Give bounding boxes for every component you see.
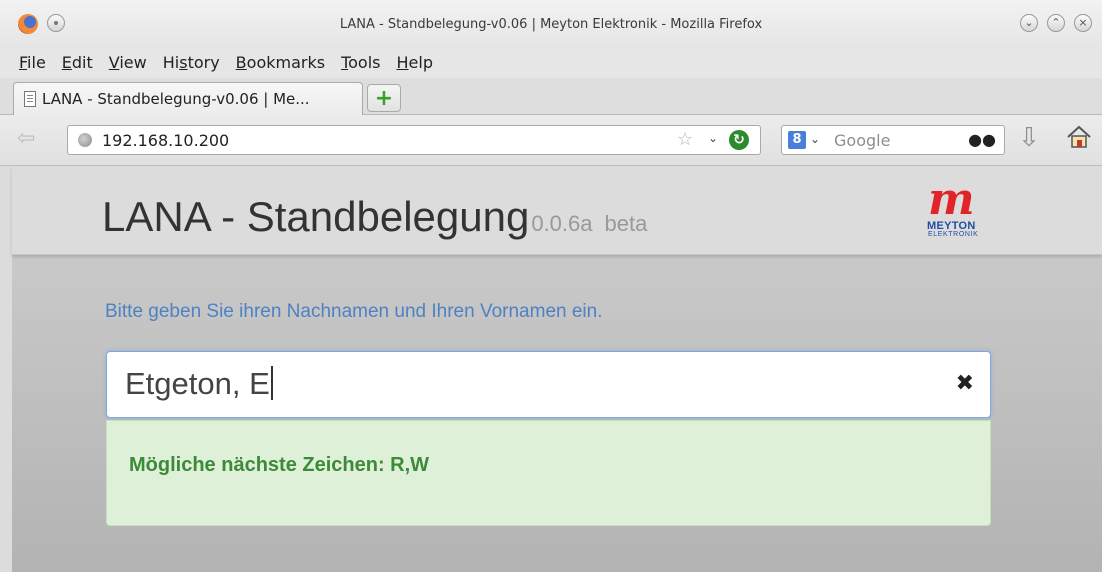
page-icon [24,91,36,107]
menu-help[interactable]: Help [397,53,433,72]
menu-tools[interactable]: Tools [341,53,380,72]
name-input-value[interactable]: Etgeton, E [125,366,270,401]
web-page: LANA - Standbelegung0.0.6a beta m MEYTON … [12,166,1102,572]
tab-label: LANA - Standbelegung-v0.06 | Me... [42,90,310,108]
menu-bookmarks[interactable]: Bookmarks [236,53,325,72]
bookmark-star-icon[interactable]: ☆ [677,129,693,150]
meyton-logo[interactable]: m MEYTON ELEKTRONIK [925,174,997,242]
browser-window: LANA - Standbelegung-v0.06 | Meyton Elek… [0,0,1102,572]
menu-view[interactable]: View [109,53,147,72]
navigation-bar: ⇦ 192.168.10.200 ☆ ⌄ ↻ 8 ⌄ Google ●● ⇩ [0,115,1102,166]
search-engine-icon[interactable]: 8 [788,131,806,149]
home-icon[interactable] [1065,123,1093,151]
reload-icon[interactable]: ↻ [729,130,749,150]
minimize-icon[interactable]: ⌄ [1020,14,1038,32]
download-icon[interactable]: ⇩ [1018,123,1040,153]
page-title: LANA - Standbelegung0.0.6a beta [102,193,648,240]
meyton-m-icon: m [928,174,975,225]
beta-label: beta [604,211,648,236]
menu-bar: File Edit View History Bookmarks Tools H… [0,46,1102,78]
tab-strip: LANA - Standbelegung-v0.06 | Me... + [0,78,1102,115]
search-bar[interactable]: 8 ⌄ Google ●● [781,125,1005,155]
app-version: 0.0.6a [531,211,593,236]
back-arrow-icon[interactable]: ⇦ [17,126,35,151]
name-input[interactable]: Etgeton, E ✖ [106,351,991,418]
clear-input-icon[interactable]: ✖ [956,371,974,396]
new-tab-button[interactable]: + [367,84,401,112]
search-placeholder[interactable]: Google [834,131,890,150]
menu-file[interactable]: File [19,53,46,72]
next-characters-hint: Mögliche nächste Zeichen: R,W [129,454,430,476]
menu-edit[interactable]: Edit [62,53,93,72]
menu-history[interactable]: History [163,53,220,72]
maximize-icon[interactable]: ⌃ [1047,14,1065,32]
browser-tab[interactable]: LANA - Standbelegung-v0.06 | Me... [13,82,363,115]
title-bar: LANA - Standbelegung-v0.06 | Meyton Elek… [0,0,1102,46]
window-title: LANA - Standbelegung-v0.06 | Meyton Elek… [339,17,763,32]
page-header: LANA - Standbelegung0.0.6a beta m MEYTON … [12,166,1102,255]
text-caret [270,366,273,400]
search-engine-dropdown-icon[interactable]: ⌄ [810,132,820,146]
binoculars-icon[interactable]: ●● [968,130,996,149]
globe-icon [78,133,92,147]
close-icon[interactable]: × [1074,14,1092,32]
hint-box: Mögliche nächste Zeichen: R,W [106,420,991,526]
url-text[interactable]: 192.168.10.200 [102,131,229,150]
instruction-text: Bitte geben Sie ihren Nachnamen und Ihre… [105,301,603,322]
url-dropdown-icon[interactable]: ⌄ [708,131,718,145]
url-bar[interactable]: 192.168.10.200 ☆ ⌄ ↻ [67,125,761,155]
